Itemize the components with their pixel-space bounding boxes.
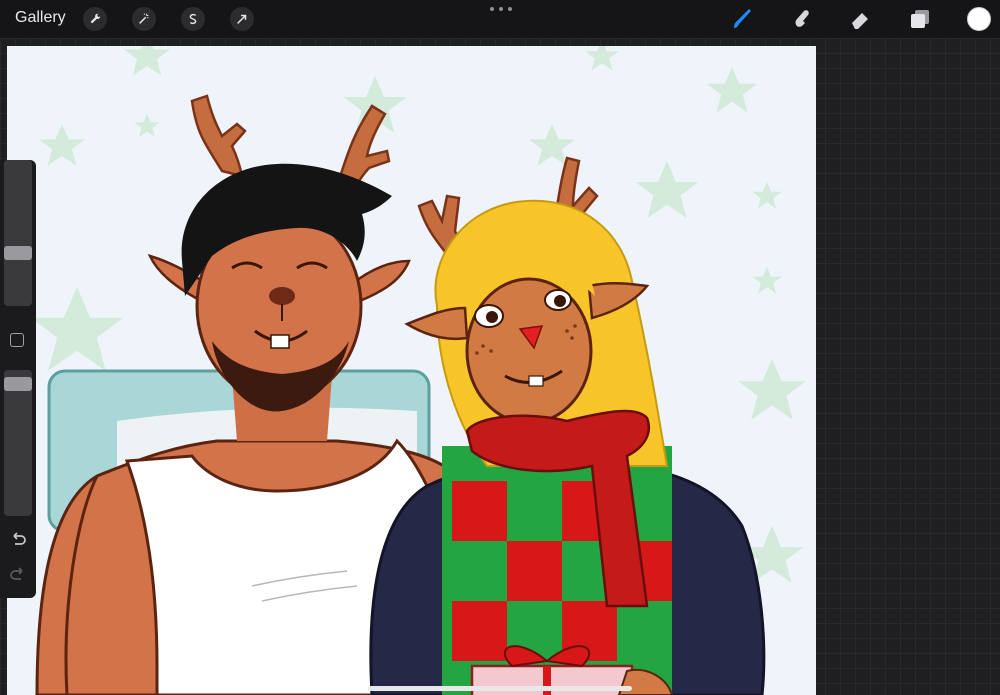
selection-s-icon[interactable] <box>181 7 205 31</box>
brush-icon[interactable] <box>730 6 756 32</box>
top-toolbar: Gallery <box>0 0 1000 38</box>
reindeer-illustration <box>30 46 806 695</box>
more-options-icon[interactable] <box>490 4 512 14</box>
undo-icon[interactable] <box>8 531 28 549</box>
brush-size-thumb[interactable] <box>4 246 32 260</box>
gallery-button[interactable]: Gallery <box>15 9 66 27</box>
smudge-icon[interactable] <box>789 6 815 32</box>
transform-arrow-icon[interactable] <box>230 7 254 31</box>
left-sidebar <box>0 160 36 598</box>
layers-icon[interactable] <box>907 6 933 32</box>
magic-wand-icon[interactable] <box>132 7 156 31</box>
modify-button[interactable] <box>10 333 24 347</box>
drawing-canvas[interactable] <box>7 46 816 695</box>
redo-icon[interactable] <box>8 566 28 584</box>
home-indicator[interactable] <box>368 686 632 691</box>
eraser-icon[interactable] <box>848 6 874 32</box>
color-picker-swatch[interactable] <box>967 7 991 31</box>
brush-opacity-slider[interactable] <box>4 370 32 516</box>
brush-opacity-thumb[interactable] <box>4 377 32 391</box>
brush-size-slider[interactable] <box>4 160 32 306</box>
wrench-icon[interactable] <box>83 7 107 31</box>
